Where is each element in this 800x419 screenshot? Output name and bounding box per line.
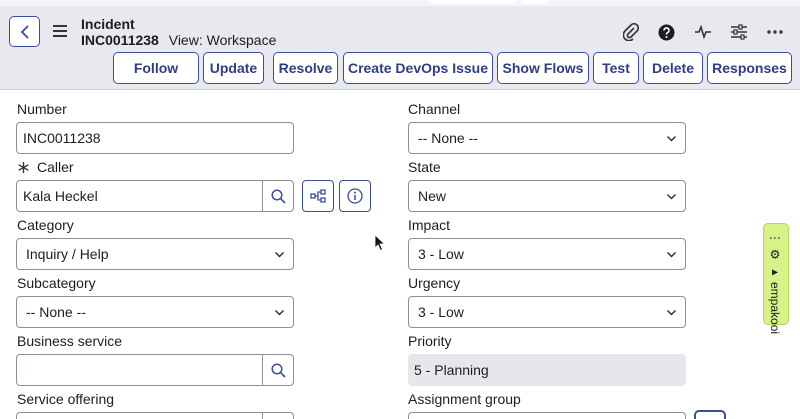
impact-label: Impact bbox=[408, 217, 451, 233]
top-strip-shape bbox=[428, 0, 518, 4]
top-strip-shape bbox=[520, 0, 550, 4]
search-icon bbox=[270, 188, 286, 204]
record-number: INC0011238 bbox=[81, 32, 159, 48]
impact-select[interactable]: 3 - Low bbox=[408, 238, 686, 270]
urgency-value: 3 - Low bbox=[418, 304, 464, 320]
service-offering-label: Service offering bbox=[17, 391, 115, 407]
help-icon[interactable] bbox=[656, 22, 676, 42]
floating-side-tab[interactable]: ⋮ ⚙ ▸ empakooi bbox=[763, 223, 789, 334]
activity-pulse-icon[interactable] bbox=[693, 22, 713, 42]
impact-value: 3 - Low bbox=[418, 246, 464, 262]
back-button[interactable] bbox=[9, 16, 40, 47]
channel-value: -- None -- bbox=[418, 130, 478, 146]
caller-info-button[interactable] bbox=[339, 180, 371, 212]
hamburger-menu-icon[interactable] bbox=[53, 25, 67, 37]
priority-label: Priority bbox=[408, 333, 452, 349]
test-button[interactable]: Test bbox=[593, 52, 639, 84]
chevron-down-icon bbox=[666, 309, 677, 316]
mouse-cursor-icon bbox=[374, 234, 386, 252]
category-label: Category bbox=[17, 217, 74, 233]
service-offering-input[interactable] bbox=[16, 412, 263, 419]
state-value: New bbox=[418, 188, 447, 204]
assignment-group-label: Assignment group bbox=[408, 391, 521, 407]
search-icon bbox=[270, 362, 286, 378]
record-header: Incident INC0011238 View: Workspace Foll… bbox=[0, 0, 800, 90]
category-value: Inquiry / Help bbox=[26, 246, 109, 262]
view-label: View: Workspace bbox=[168, 32, 277, 48]
channel-label: Channel bbox=[408, 101, 461, 117]
channel-select[interactable]: -- None -- bbox=[408, 122, 686, 154]
category-select[interactable]: Inquiry / Help bbox=[16, 238, 294, 270]
record-type: Incident bbox=[81, 16, 135, 32]
business-service-input[interactable] bbox=[16, 354, 263, 386]
create-devops-issue-button[interactable]: Create DevOps Issue bbox=[343, 52, 493, 84]
caller-label: Caller bbox=[37, 159, 74, 175]
show-flows-button[interactable]: Show Flows bbox=[497, 52, 589, 84]
chevron-down-icon bbox=[666, 193, 677, 200]
settings-sliders-icon[interactable] bbox=[729, 22, 749, 42]
subcategory-select[interactable]: -- None -- bbox=[16, 296, 294, 328]
delete-button[interactable]: Delete bbox=[643, 52, 703, 84]
caller-input[interactable]: Kala Heckel bbox=[16, 180, 263, 212]
update-button[interactable]: Update bbox=[203, 52, 264, 84]
number-input[interactable]: INC0011238 bbox=[16, 122, 294, 154]
urgency-select[interactable]: 3 - Low bbox=[408, 296, 686, 328]
assignment-group-action-button[interactable] bbox=[694, 410, 726, 419]
caller-lookup-button[interactable] bbox=[263, 180, 294, 212]
service-offering-lookup-button[interactable] bbox=[263, 412, 294, 419]
business-service-label: Business service bbox=[17, 333, 123, 349]
responses-button[interactable]: Responses bbox=[707, 52, 792, 84]
more-options-icon[interactable] bbox=[765, 22, 785, 42]
business-service-lookup-button[interactable] bbox=[263, 354, 294, 386]
show-related-button[interactable] bbox=[302, 180, 334, 212]
paperclip-icon[interactable] bbox=[621, 22, 641, 42]
chevron-down-icon bbox=[666, 135, 677, 142]
chevron-down-icon bbox=[274, 309, 285, 316]
priority-readonly-value: 5 - Planning bbox=[408, 354, 686, 386]
hierarchy-icon bbox=[310, 189, 326, 203]
required-asterisk-icon bbox=[18, 161, 29, 173]
caller-label-row: Caller bbox=[17, 159, 74, 175]
record-title: INC0011238 View: Workspace bbox=[81, 32, 276, 48]
info-icon bbox=[347, 188, 363, 204]
chevron-left-icon bbox=[20, 24, 29, 39]
resolve-button[interactable]: Resolve bbox=[273, 52, 338, 84]
side-tab-label: ⋮ ⚙ ▸ empakooi bbox=[768, 232, 782, 335]
subcategory-value: -- None -- bbox=[26, 304, 86, 320]
top-strip bbox=[0, 0, 800, 6]
chevron-down-icon bbox=[274, 251, 285, 258]
state-label: State bbox=[408, 159, 441, 175]
assignment-group-input[interactable] bbox=[408, 412, 686, 419]
follow-button[interactable]: Follow bbox=[113, 52, 199, 84]
number-label: Number bbox=[17, 101, 67, 117]
urgency-label: Urgency bbox=[408, 275, 461, 291]
chevron-down-icon bbox=[666, 251, 677, 258]
state-select[interactable]: New bbox=[408, 180, 686, 212]
subcategory-label: Subcategory bbox=[17, 275, 96, 291]
